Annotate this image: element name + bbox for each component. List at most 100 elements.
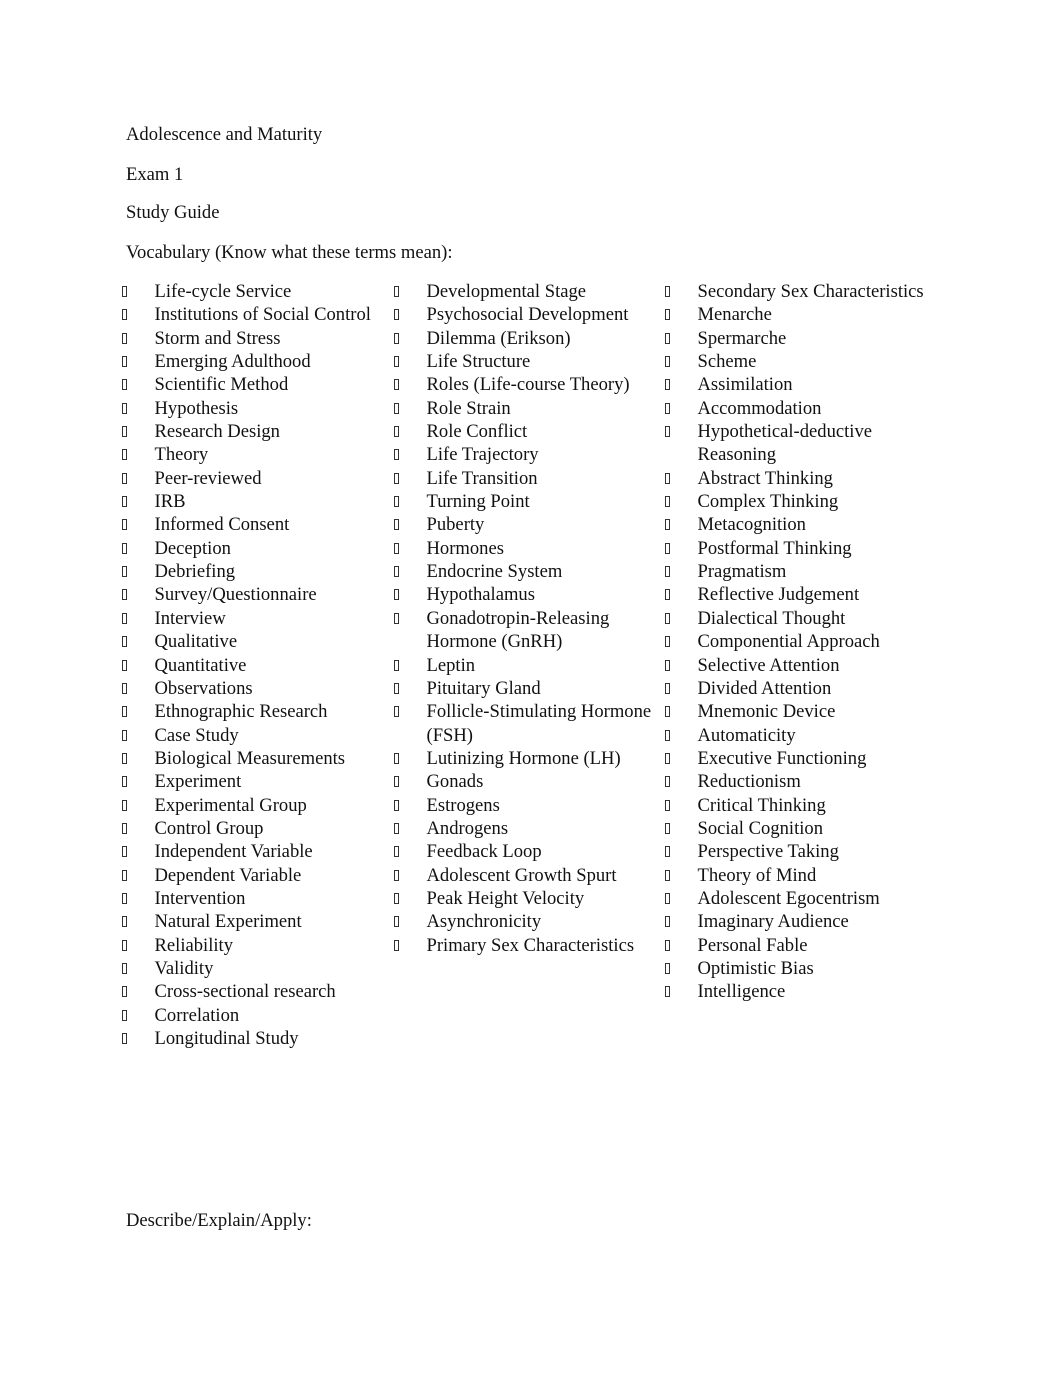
bullet-icon — [394, 706, 399, 718]
vocabulary-term: Theory — [122, 443, 392, 466]
vocabulary-term-label: Automaticity — [697, 724, 796, 746]
vocabulary-term: Hypothetical-deductive Reasoning — [665, 420, 925, 467]
vocabulary-term: Reductionism — [665, 770, 925, 793]
vocabulary-term-label: Theory — [154, 444, 209, 466]
vocabulary-term-label: Interview — [154, 607, 226, 629]
bullet-icon — [394, 566, 399, 578]
vocabulary-term-label: Abstract Thinking — [697, 467, 833, 489]
vocabulary-term-label: Asynchronicity — [426, 911, 542, 933]
vocabulary-term-label: Accommodation — [697, 397, 822, 419]
bullet-icon — [122, 682, 127, 694]
vocabulary-term: Role Conflict — [394, 420, 664, 443]
bullet-icon — [122, 496, 127, 508]
bullet-icon — [665, 892, 670, 904]
bullet-icon — [122, 659, 127, 671]
vocabulary-term-label: Hypothalamus — [426, 584, 535, 606]
bullet-icon — [394, 916, 399, 928]
vocabulary-term: Correlation — [122, 1004, 392, 1027]
vocabulary-term-label: Executive Functioning — [697, 747, 867, 769]
vocabulary-term-label: Primary Sex Characteristics — [426, 934, 635, 956]
vocabulary-term-label: Institutions of Social Control — [154, 304, 371, 326]
vocabulary-term: Qualitative — [122, 630, 392, 653]
vocabulary-term: Componential Approach — [665, 630, 925, 653]
vocabulary-term-label: Adolescent Growth Spurt — [426, 864, 617, 886]
bullet-icon — [122, 1033, 127, 1044]
bullet-icon — [665, 286, 670, 297]
bullet-icon — [122, 612, 127, 624]
vocabulary-term-label: Validity — [154, 957, 214, 979]
bullet-icon — [665, 612, 670, 624]
vocabulary-term-label: Gonadotropin-Releasing Hormone (GnRH) — [426, 607, 610, 653]
vocabulary-term: Scheme — [665, 350, 925, 373]
bullet-icon — [122, 822, 127, 834]
vocabulary-term: Leptin — [394, 654, 664, 677]
bullet-icon — [122, 846, 127, 858]
bullet-icon — [122, 426, 127, 438]
vocabulary-term: Quantitative — [122, 654, 392, 677]
vocabulary-term-label: Perspective Taking — [697, 841, 839, 863]
bullet-icon — [394, 449, 399, 461]
vocabulary-term-label: Reliability — [154, 934, 234, 956]
vocabulary-column-1: Life-cycle Service Institutions of Social… — [122, 280, 392, 1050]
bullet-icon — [394, 309, 399, 321]
vocabulary-term-label: Reductionism — [697, 771, 801, 793]
vocabulary-term-label: Theory of Mind — [697, 864, 817, 886]
vocabulary-term: Role Strain — [394, 397, 664, 420]
bullet-icon — [122, 869, 127, 881]
bullet-icon — [394, 519, 399, 531]
vocabulary-term: Dependent Variable — [122, 864, 392, 887]
vocabulary-term: Natural Experiment — [122, 910, 392, 933]
bullet-icon — [665, 542, 670, 554]
vocabulary-term-label: Qualitative — [154, 631, 238, 653]
bullet-icon — [665, 589, 670, 601]
vocabulary-term: Critical Thinking — [665, 794, 925, 817]
bullet-icon — [665, 822, 670, 834]
bullet-icon — [394, 332, 399, 344]
bullet-icon — [122, 776, 127, 788]
vocabulary-term: Observations — [122, 677, 392, 700]
vocabulary-term: Life Trajectory — [394, 443, 664, 466]
vocabulary-term-label: Puberty — [426, 514, 485, 536]
vocabulary-term-label: Research Design — [154, 421, 280, 443]
vocabulary-term: Control Group — [122, 817, 392, 840]
bullet-icon — [394, 496, 399, 508]
vocabulary-term: Longitudinal Study — [122, 1027, 392, 1050]
bullet-icon — [394, 682, 399, 694]
vocabulary-term-label: Storm and Stress — [154, 327, 281, 349]
bullet-icon — [665, 309, 670, 321]
vocabulary-term: Divided Attention — [665, 677, 925, 700]
vocabulary-term-label: Dependent Variable — [154, 864, 302, 886]
vocabulary-term: Life-cycle Service — [122, 280, 392, 303]
vocabulary-term: Ethnographic Research — [122, 700, 392, 723]
bullet-icon — [122, 752, 127, 764]
bullet-icon — [665, 636, 670, 648]
vocabulary-term-label: Role Conflict — [426, 421, 528, 443]
vocabulary-term-label: Developmental Stage — [426, 281, 587, 302]
vocabulary-term-label: Hypothetical-deductive Reasoning — [697, 421, 873, 466]
vocabulary-term-label: Hypothesis — [154, 397, 239, 419]
bullet-icon — [122, 799, 127, 811]
vocabulary-term: Lutinizing Hormone (LH) — [394, 747, 664, 770]
vocabulary-term-label: Hormones — [426, 537, 504, 559]
document-title: Adolescence and Maturity — [126, 124, 323, 145]
vocabulary-term-label: Leptin — [426, 654, 476, 676]
bullet-icon — [665, 939, 670, 951]
vocabulary-term-label: Life Structure — [426, 351, 531, 373]
vocabulary-column-2: Developmental Stage Psychosocial Developm… — [394, 280, 664, 957]
bullet-icon — [394, 869, 399, 881]
vocabulary-term-label: Deception — [154, 537, 231, 559]
bullet-icon — [665, 379, 670, 391]
bullet-icon — [665, 356, 670, 368]
bullet-icon — [122, 566, 127, 578]
vocabulary-term: Optimistic Bias — [665, 957, 925, 980]
vocabulary-term: Intervention — [122, 887, 392, 910]
vocabulary-term-label: Gonads — [426, 771, 484, 793]
bullet-icon — [122, 589, 127, 601]
vocabulary-term-label: Role Strain — [426, 397, 511, 419]
vocabulary-term: Social Cognition — [665, 817, 925, 840]
vocabulary-term: Emerging Adulthood — [122, 350, 392, 373]
vocabulary-term: Hypothesis — [122, 397, 392, 420]
vocabulary-term-label: Cross-sectional research — [154, 981, 336, 1003]
bullet-icon — [665, 519, 670, 531]
vocabulary-term-label: Intervention — [154, 887, 246, 909]
